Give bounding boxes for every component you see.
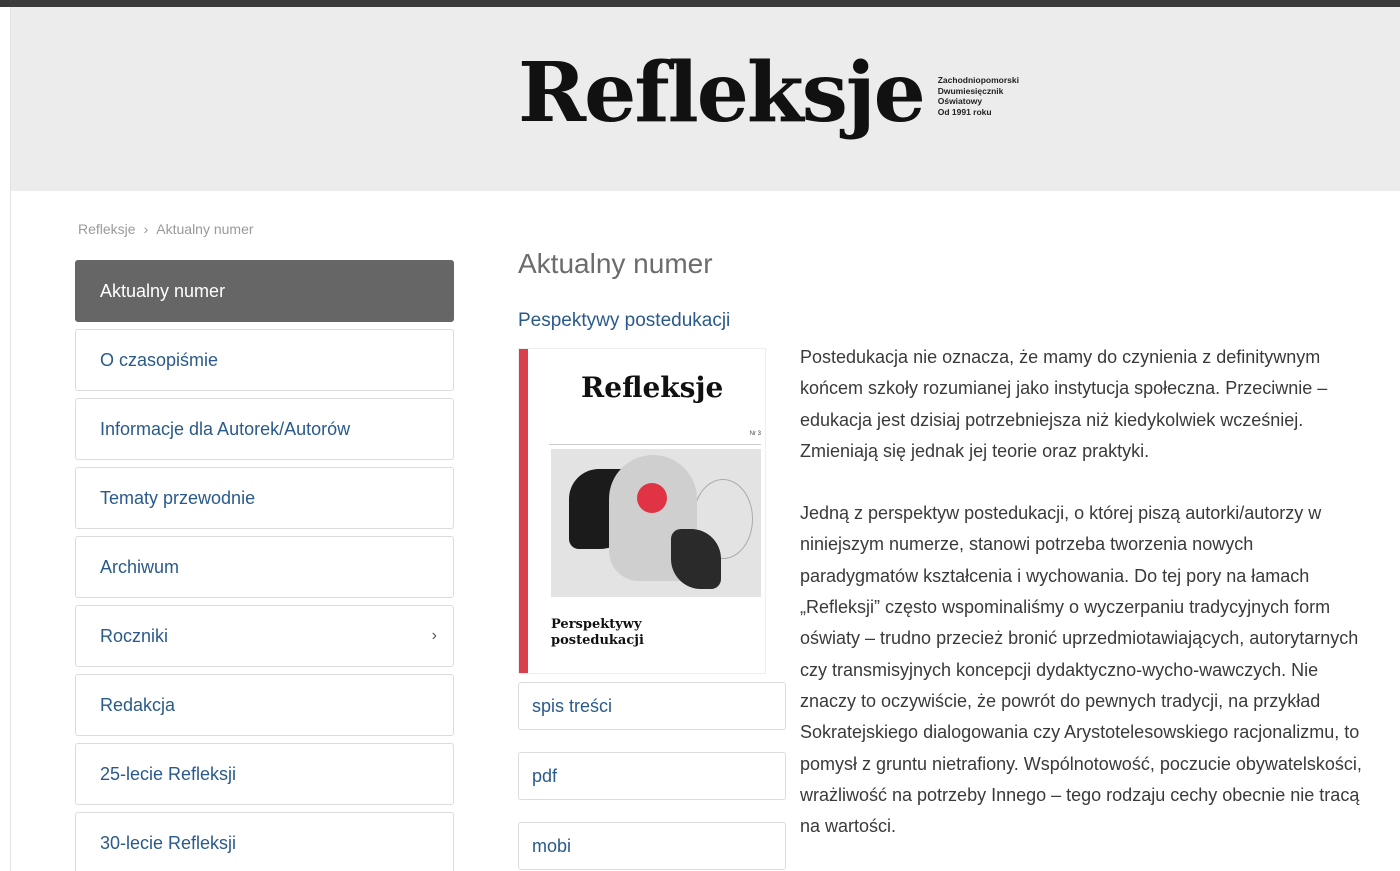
- issue-description: Postedukacja nie oznacza, że mamy do czy…: [800, 342, 1370, 842]
- sidebar-item-label: Archiwum: [100, 556, 180, 577]
- sidebar-item-label: Informacje dla Autorek/Autorów: [100, 418, 351, 439]
- site-header: Refleksje Zachodniopomorski Dwumiesięczn…: [11, 7, 1400, 191]
- chevron-right-icon: ›: [431, 627, 437, 644]
- cover-subtitle-line: Perspektywy: [551, 617, 642, 632]
- page-title: Aktualny numer: [518, 248, 713, 279]
- breadcrumb-separator: ›: [143, 221, 149, 237]
- sidebar-item-roczniki[interactable]: Roczniki ›: [75, 605, 454, 667]
- cover-subtitle-line: postedukacji: [551, 633, 644, 648]
- sidebar-item-redakcja[interactable]: Redakcja: [75, 674, 454, 736]
- sidebar-item-aktualny-numer[interactable]: Aktualny numer: [75, 260, 454, 322]
- toc-button[interactable]: spis treści: [518, 682, 786, 730]
- description-paragraph: Postedukacja nie oznacza, że mamy do czy…: [800, 347, 1328, 461]
- breadcrumb-current: Aktualny numer: [156, 221, 254, 237]
- sidebar-item-informacje[interactable]: Informacje dla Autorek/Autorów: [75, 398, 454, 460]
- issue-cover-image[interactable]: Refleksje Nr 3 Perspektywy postedukacji: [518, 348, 766, 674]
- cover-number: Nr 3: [749, 431, 761, 437]
- sidebar-item-label: 30-lecie Refleksji: [100, 832, 237, 853]
- sidebar-item-label: Redakcja: [100, 694, 176, 715]
- breadcrumb-home[interactable]: Refleksje: [78, 221, 136, 237]
- sidebar-item-label: Aktualny numer: [100, 280, 226, 301]
- pdf-button[interactable]: pdf: [518, 752, 786, 800]
- sidebar-item-label: O czasopiśmie: [100, 349, 219, 370]
- site-logo[interactable]: Refleksje Zachodniopomorski Dwumiesięczn…: [518, 52, 1019, 134]
- tagline-line: Od 1991 roku: [937, 106, 992, 117]
- description-paragraph: Jedną z perspektyw postedukacji, o które…: [800, 503, 1362, 837]
- cover-title: Refleksje: [581, 371, 724, 404]
- mobi-button[interactable]: mobi: [518, 822, 786, 870]
- logo-tagline: Zachodniopomorski Dwumiesięcznik Oświato…: [938, 75, 1019, 117]
- left-edge: [0, 7, 11, 871]
- sidebar-item-25-lecie[interactable]: 25-lecie Refleksji: [75, 743, 454, 805]
- sidebar-item-label: Roczniki: [100, 625, 169, 646]
- sidebar-nav: Aktualny numer O czasopiśmie Informacje …: [75, 260, 454, 871]
- top-bar: [0, 0, 1400, 7]
- sidebar-item-30-lecie[interactable]: 30-lecie Refleksji: [75, 812, 454, 871]
- issue-title-link[interactable]: Pespektywy postedukacji: [518, 310, 730, 332]
- sidebar-item-label: 25-lecie Refleksji: [100, 763, 237, 784]
- sidebar-item-o-czasopismie[interactable]: O czasopiśmie: [75, 329, 454, 391]
- cover-meta-line: Nr 3: [549, 431, 761, 445]
- sidebar-item-tematy[interactable]: Tematy przewodnie: [75, 467, 454, 529]
- logo-wordmark: Refleksje: [518, 45, 926, 141]
- cover-artwork: [551, 449, 761, 597]
- main-content: Aktualny numer Pespektywy postedukacji: [518, 248, 730, 331]
- breadcrumb: Refleksje › Aktualny numer: [78, 221, 254, 237]
- tagline-line: Dwumiesięcznik: [937, 85, 1004, 96]
- cover-subtitle: Perspektywy postedukacji: [551, 617, 644, 649]
- tagline-line: Oświatowy: [937, 96, 983, 106]
- tagline-line: Zachodniopomorski: [937, 75, 1019, 85]
- cover-art-dot: [637, 483, 667, 513]
- sidebar-item-archiwum[interactable]: Archiwum: [75, 536, 454, 598]
- cover-spine: [519, 349, 528, 673]
- sidebar-item-label: Tematy przewodnie: [100, 487, 256, 508]
